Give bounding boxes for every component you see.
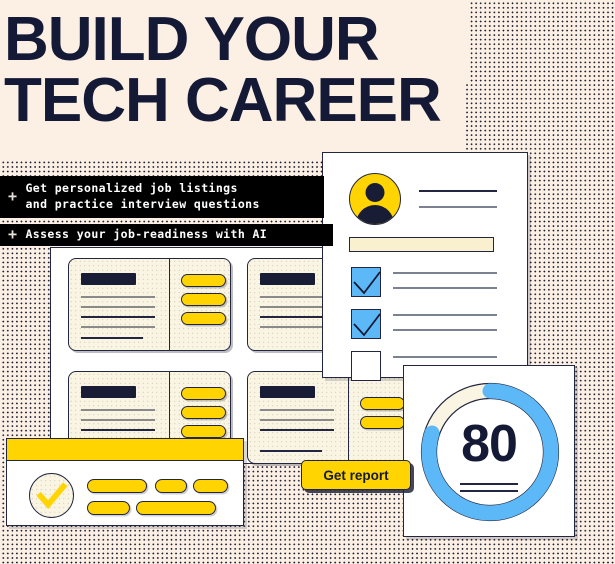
job-card-1[interactable] <box>68 258 231 351</box>
feature-bullet-1: + Get personalized job listings and prac… <box>0 176 324 218</box>
assessment-panel <box>322 152 528 381</box>
avatar-head <box>365 183 385 202</box>
card-text-line <box>81 296 155 298</box>
card-tag-pill[interactable] <box>360 416 405 429</box>
score-value: 80 <box>461 415 518 473</box>
card-title-bar <box>260 273 315 285</box>
checkbox-label-line <box>393 329 497 331</box>
card-title-bar <box>260 386 315 398</box>
completion-card-header <box>7 439 243 461</box>
check-circle-icon <box>29 473 74 518</box>
card-tag-pill[interactable] <box>181 293 226 306</box>
profile-name-line <box>419 190 497 192</box>
job-card-4[interactable] <box>247 371 410 464</box>
checkbox-label-line <box>393 287 497 289</box>
check-icon <box>353 313 381 337</box>
headline-line-2: TECH CAREER <box>4 65 442 135</box>
score-detail-line <box>460 490 518 492</box>
completion-pill <box>136 501 216 515</box>
feature-bullet-2: + Assess your job-readiness with AI <box>0 224 333 246</box>
card-text-line <box>81 409 155 411</box>
card-tag-pill[interactable] <box>181 387 226 400</box>
feature-bullet-1-line-1: Get personalized job listings <box>25 181 238 196</box>
card-title-bar <box>81 386 136 398</box>
page-title: BUILD YOUR TECH CAREER <box>4 5 474 135</box>
checkbox-label-line <box>393 272 497 274</box>
checkbox-label-line <box>393 356 497 358</box>
card-text-line <box>81 316 155 318</box>
checkbox-item-2[interactable] <box>351 309 381 339</box>
card-text-line <box>81 326 155 328</box>
card-text-line <box>81 306 155 308</box>
checkmark-glyph <box>36 482 68 509</box>
card-tag-pill[interactable] <box>181 425 226 438</box>
checkbox-label-line <box>393 314 497 316</box>
card-tag-pill[interactable] <box>360 397 405 410</box>
completion-pill <box>87 479 147 493</box>
checkbox-item-1[interactable] <box>351 267 381 297</box>
plus-icon: + <box>8 187 18 205</box>
card-divider <box>348 372 350 463</box>
profile-subtitle-line <box>419 206 497 208</box>
card-text-line <box>260 409 334 411</box>
plus-icon: + <box>8 225 18 243</box>
card-text-line <box>260 429 334 431</box>
card-tag-pill[interactable] <box>181 406 226 419</box>
progress-banner <box>349 237 494 252</box>
card-title-bar <box>81 273 136 285</box>
completion-card <box>6 438 244 526</box>
card-tag-pill[interactable] <box>181 274 226 287</box>
avatar-body <box>356 205 394 224</box>
completion-pill <box>193 479 228 493</box>
completion-pill <box>155 479 187 493</box>
card-tag-pill[interactable] <box>181 312 226 325</box>
get-report-button[interactable]: Get report <box>301 460 411 490</box>
score-card: 80 <box>403 365 575 537</box>
completion-pill <box>87 501 130 515</box>
feature-bullet-1-line-2: and practice interview questions <box>25 196 260 211</box>
card-text-line <box>260 450 322 452</box>
card-text-line <box>260 419 334 421</box>
score-detail-line <box>460 483 518 485</box>
card-text-line <box>81 429 155 431</box>
checkbox-item-3[interactable] <box>351 351 381 381</box>
check-icon <box>353 271 381 295</box>
avatar <box>349 173 401 225</box>
card-text-line <box>81 337 143 339</box>
headline-line-1: BUILD YOUR <box>4 5 380 74</box>
card-divider <box>169 259 171 350</box>
feature-bullet-2-line-1: Assess your job-readiness with AI <box>25 226 268 241</box>
card-text-line <box>81 419 155 421</box>
